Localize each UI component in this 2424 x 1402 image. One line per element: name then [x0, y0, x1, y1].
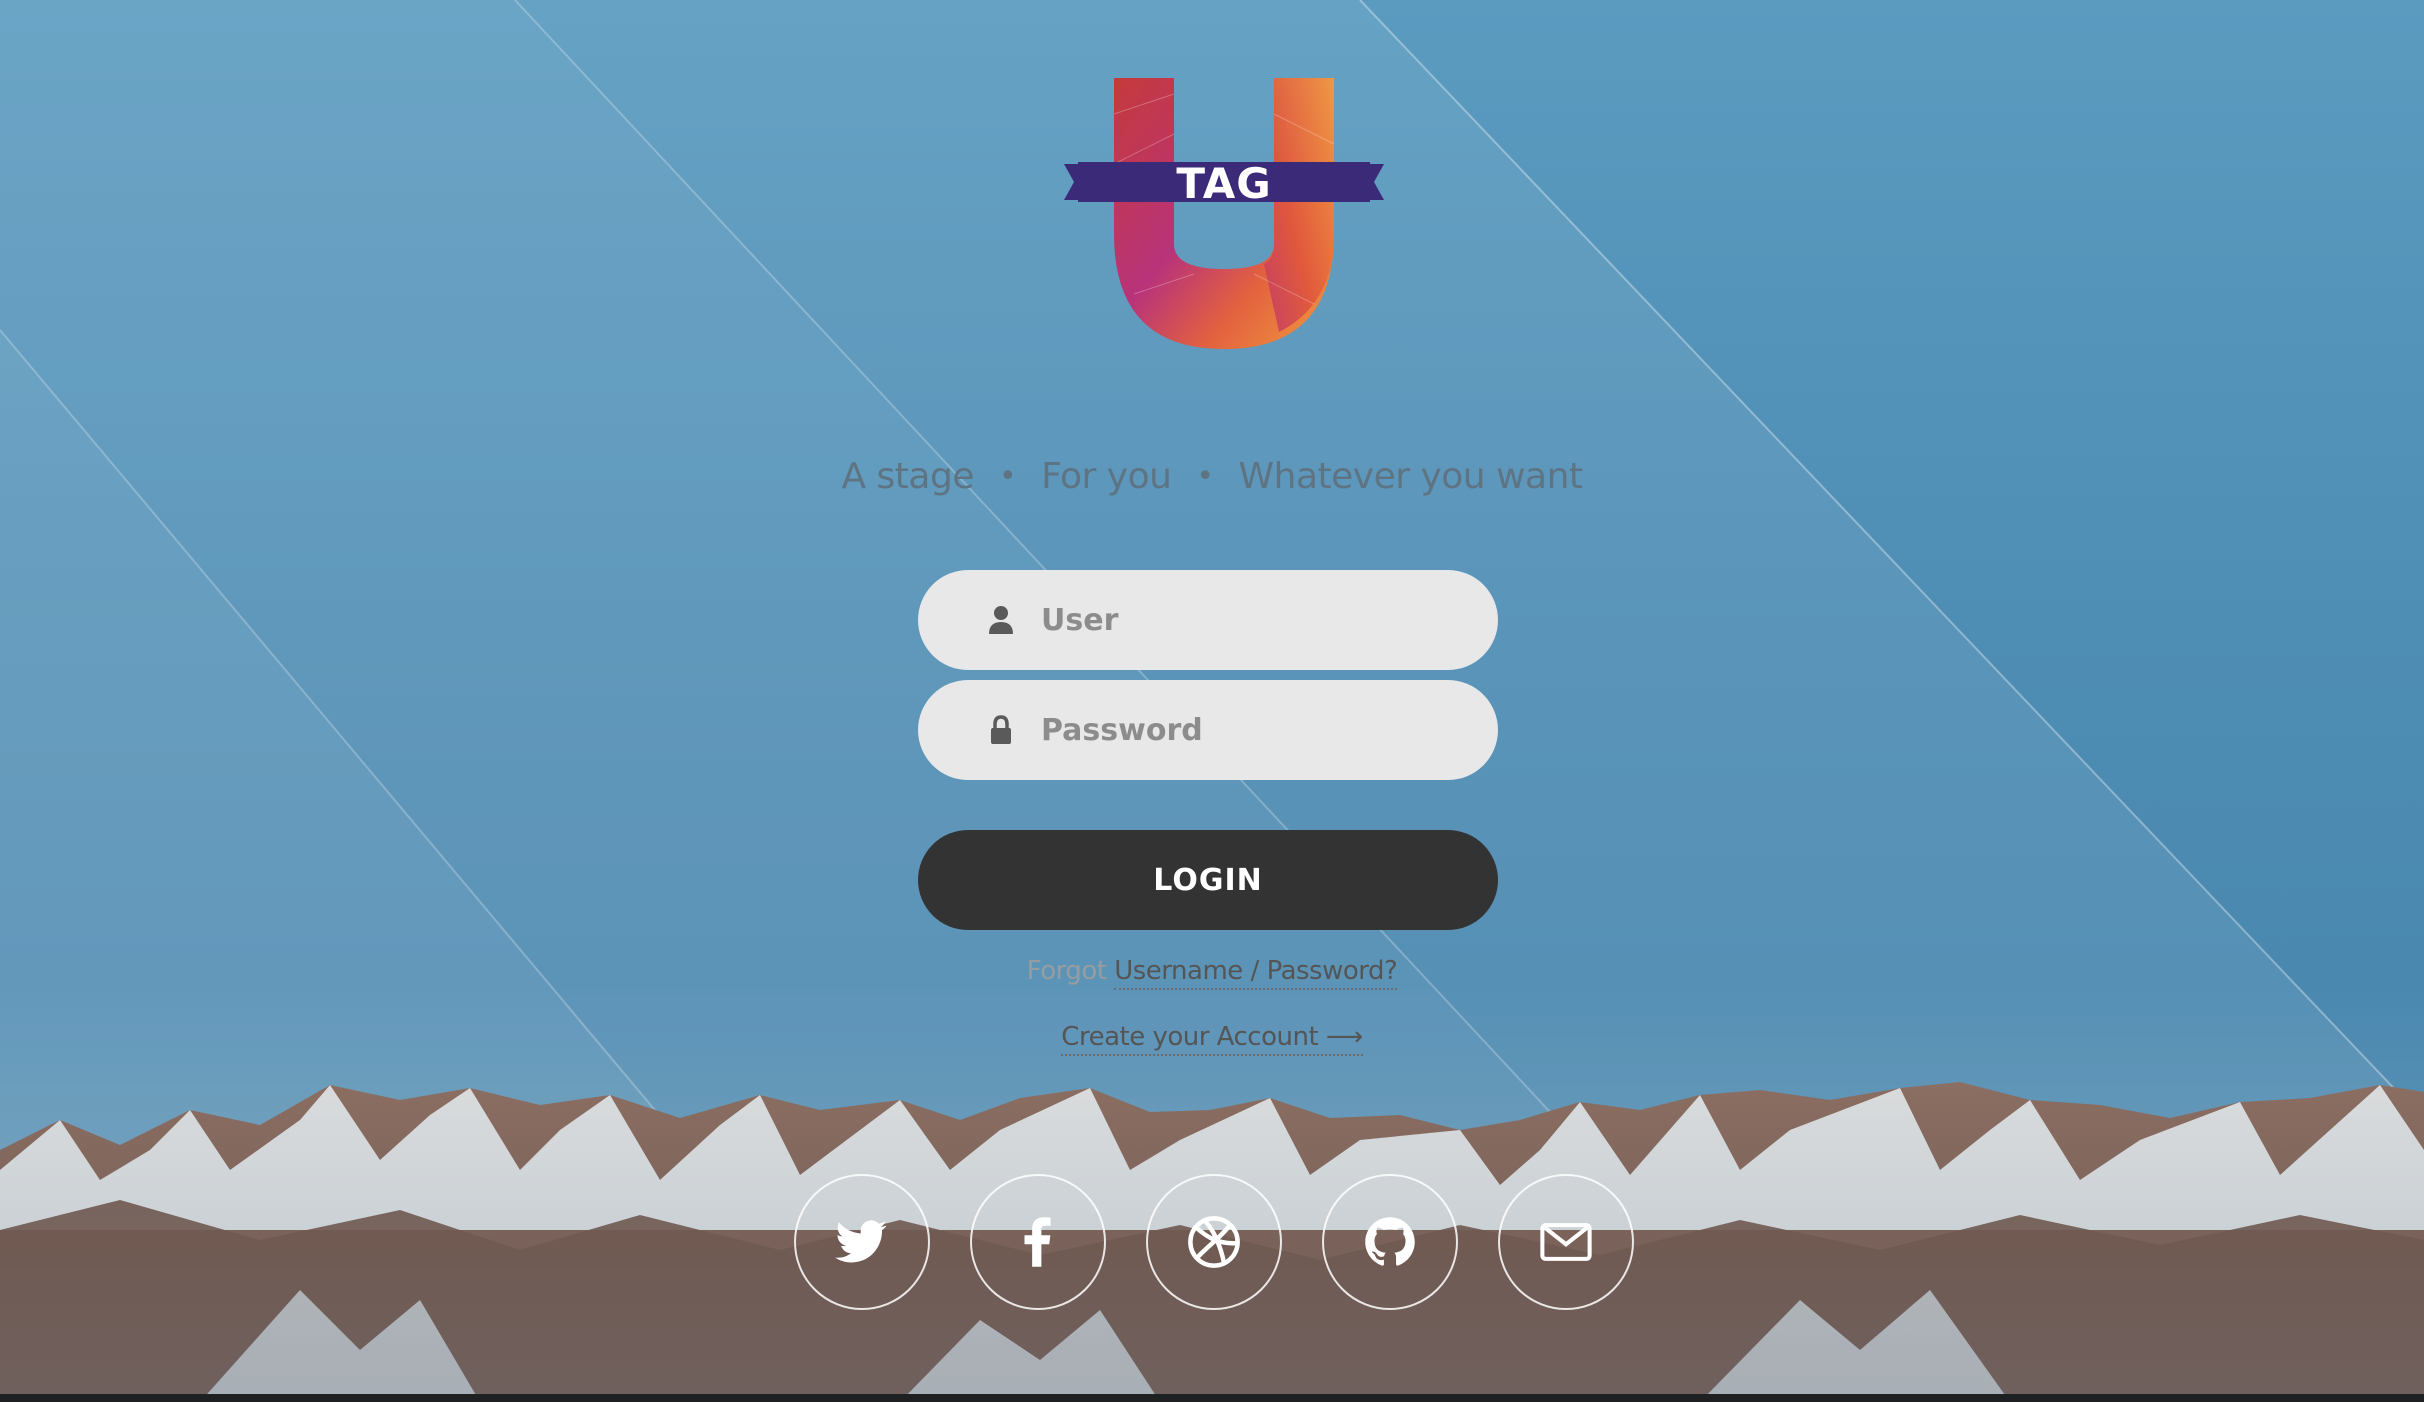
tagline-part-3: Whatever you want: [1238, 456, 1583, 497]
facebook-icon: [1024, 1217, 1051, 1267]
logo-text: TAG: [1176, 159, 1271, 208]
mail-icon: [1540, 1223, 1592, 1261]
twitter-link[interactable]: [794, 1174, 930, 1310]
user-field[interactable]: [918, 570, 1498, 670]
dribbble-link[interactable]: [1146, 1174, 1282, 1310]
login-page: TAG A stage • For you • Whatever you wan…: [0, 0, 2424, 1402]
user-icon: [981, 600, 1021, 640]
bottom-edge: [0, 1394, 2424, 1402]
login-button[interactable]: LOGIN: [918, 830, 1498, 930]
facebook-link[interactable]: [970, 1174, 1106, 1310]
tagline-separator: •: [1196, 459, 1214, 494]
tagline: A stage • For you • Whatever you want: [0, 456, 2424, 497]
social-links: [0, 1174, 2424, 1314]
tagline-part-2: For you: [1041, 456, 1172, 497]
create-account: Create your Account ⟶: [0, 1022, 2424, 1056]
github-link[interactable]: [1322, 1174, 1458, 1310]
dribbble-icon: [1188, 1216, 1240, 1268]
forgot-prefix: Forgot: [1026, 956, 1107, 986]
tag-logo: TAG: [1064, 74, 1384, 354]
mail-link[interactable]: [1498, 1174, 1634, 1310]
password-field[interactable]: [918, 680, 1498, 780]
lock-icon: [981, 710, 1021, 750]
user-input[interactable]: [1039, 589, 1443, 651]
tagline-part-1: A stage: [841, 456, 974, 497]
forgot-credentials-link[interactable]: Username / Password?: [1114, 956, 1398, 990]
forgot-credentials: Forgot Username / Password?: [0, 956, 2424, 990]
github-icon: [1365, 1217, 1415, 1266]
tagline-separator: •: [998, 459, 1017, 494]
password-input[interactable]: [1039, 699, 1443, 761]
twitter-icon: [835, 1220, 887, 1263]
create-account-link[interactable]: Create your Account ⟶: [1061, 1022, 1363, 1056]
